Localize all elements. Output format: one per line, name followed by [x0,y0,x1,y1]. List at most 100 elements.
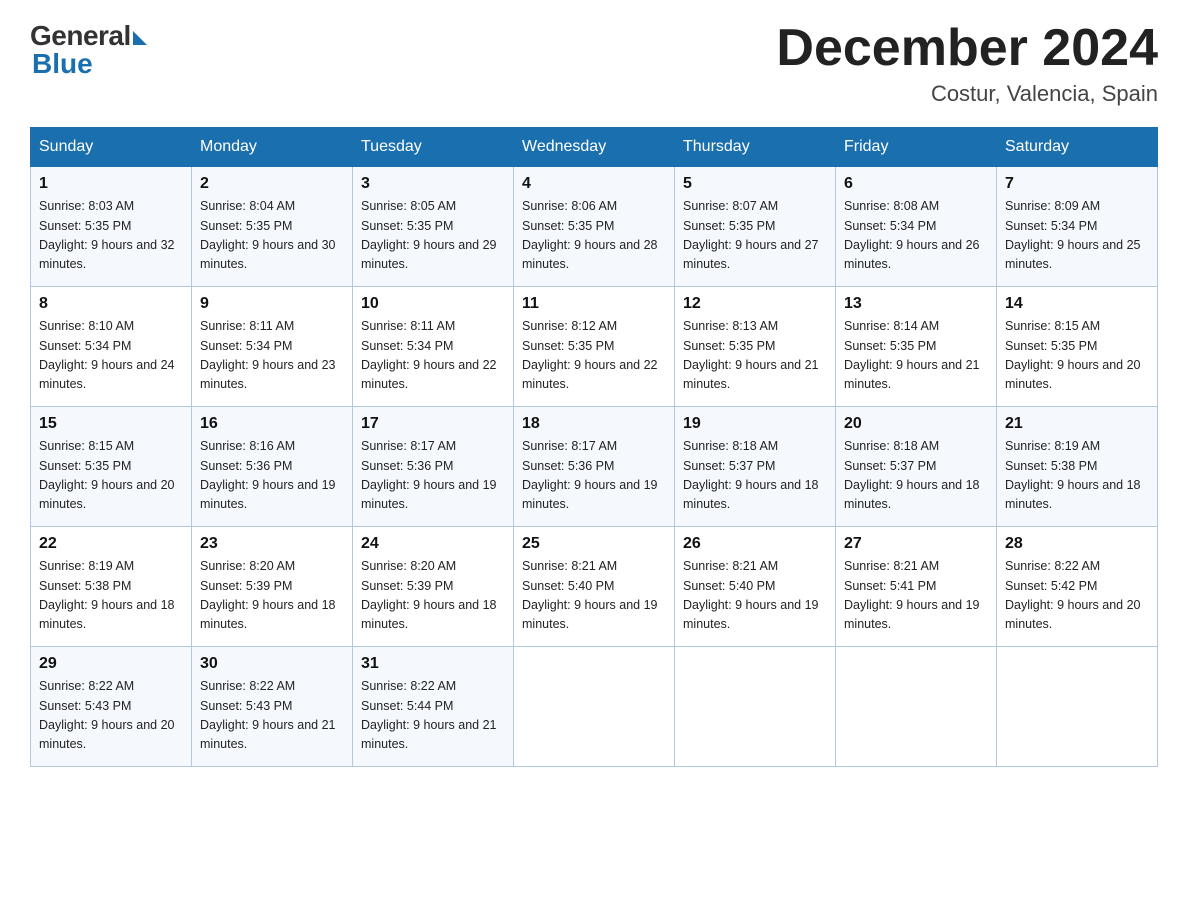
calendar-cell [675,647,836,767]
header-wednesday: Wednesday [514,128,675,167]
location-subtitle: Costur, Valencia, Spain [776,81,1158,107]
day-info: Sunrise: 8:12 AMSunset: 5:35 PMDaylight:… [522,319,658,391]
day-info: Sunrise: 8:20 AMSunset: 5:39 PMDaylight:… [361,559,497,631]
calendar-cell: 17 Sunrise: 8:17 AMSunset: 5:36 PMDayligh… [353,407,514,527]
calendar-cell: 30 Sunrise: 8:22 AMSunset: 5:43 PMDayligh… [192,647,353,767]
day-info: Sunrise: 8:15 AMSunset: 5:35 PMDaylight:… [1005,319,1141,391]
day-number: 22 [39,535,183,553]
day-number: 11 [522,295,666,313]
page-header: General Blue December 2024 Costur, Valen… [30,20,1158,107]
header-friday: Friday [836,128,997,167]
day-number: 23 [200,535,344,553]
day-info: Sunrise: 8:22 AMSunset: 5:44 PMDaylight:… [361,679,497,751]
day-info: Sunrise: 8:22 AMSunset: 5:42 PMDaylight:… [1005,559,1141,631]
logo: General Blue [30,20,147,80]
day-number: 10 [361,295,505,313]
day-info: Sunrise: 8:04 AMSunset: 5:35 PMDaylight:… [200,199,336,271]
calendar-cell: 28Sunrise: 8:22 AMSunset: 5:42 PMDayligh… [997,527,1158,647]
calendar-cell: 1 Sunrise: 8:03 AMSunset: 5:35 PMDaylight… [31,167,192,287]
calendar-cell: 15Sunrise: 8:15 AMSunset: 5:35 PMDayligh… [31,407,192,527]
day-info: Sunrise: 8:10 AMSunset: 5:34 PMDaylight:… [39,319,175,391]
day-info: Sunrise: 8:14 AMSunset: 5:35 PMDaylight:… [844,319,980,391]
calendar-cell: 31Sunrise: 8:22 AMSunset: 5:44 PMDayligh… [353,647,514,767]
day-info: Sunrise: 8:17 AMSunset: 5:36 PMDaylight:… [361,439,497,511]
day-number: 3 [361,175,505,193]
day-number: 27 [844,535,988,553]
calendar-cell [514,647,675,767]
day-info: Sunrise: 8:18 AMSunset: 5:37 PMDaylight:… [683,439,819,511]
calendar-cell: 21 Sunrise: 8:19 AMSunset: 5:38 PMDayligh… [997,407,1158,527]
day-info: Sunrise: 8:03 AMSunset: 5:35 PMDaylight:… [39,199,175,271]
day-number: 16 [200,415,344,433]
day-number: 1 [39,175,183,193]
calendar-header-row: SundayMondayTuesdayWednesdayThursdayFrid… [31,128,1158,167]
day-number: 6 [844,175,988,193]
calendar-cell: 22 Sunrise: 8:19 AMSunset: 5:38 PMDayligh… [31,527,192,647]
day-number: 9 [200,295,344,313]
calendar-cell: 16 Sunrise: 8:16 AMSunset: 5:36 PMDayligh… [192,407,353,527]
day-number: 7 [1005,175,1149,193]
calendar-cell: 7 Sunrise: 8:09 AMSunset: 5:34 PMDaylight… [997,167,1158,287]
day-info: Sunrise: 8:21 AMSunset: 5:41 PMDaylight:… [844,559,980,631]
calendar-week-row: 8 Sunrise: 8:10 AMSunset: 5:34 PMDaylight… [31,287,1158,407]
day-number: 12 [683,295,827,313]
day-number: 17 [361,415,505,433]
day-number: 21 [1005,415,1149,433]
calendar-week-row: 29 Sunrise: 8:22 AMSunset: 5:43 PMDayligh… [31,647,1158,767]
day-info: Sunrise: 8:18 AMSunset: 5:37 PMDaylight:… [844,439,980,511]
day-info: Sunrise: 8:09 AMSunset: 5:34 PMDaylight:… [1005,199,1141,271]
day-info: Sunrise: 8:11 AMSunset: 5:34 PMDaylight:… [361,319,497,391]
calendar-cell: 20 Sunrise: 8:18 AMSunset: 5:37 PMDayligh… [836,407,997,527]
calendar-week-row: 1 Sunrise: 8:03 AMSunset: 5:35 PMDaylight… [31,167,1158,287]
calendar-cell: 10 Sunrise: 8:11 AMSunset: 5:34 PMDayligh… [353,287,514,407]
calendar-cell: 19 Sunrise: 8:18 AMSunset: 5:37 PMDayligh… [675,407,836,527]
day-info: Sunrise: 8:15 AMSunset: 5:35 PMDaylight:… [39,439,175,511]
logo-blue-text: Blue [30,48,93,80]
day-info: Sunrise: 8:19 AMSunset: 5:38 PMDaylight:… [1005,439,1141,511]
calendar-cell: 11 Sunrise: 8:12 AMSunset: 5:35 PMDayligh… [514,287,675,407]
calendar-cell: 12Sunrise: 8:13 AMSunset: 5:35 PMDayligh… [675,287,836,407]
calendar-cell: 5 Sunrise: 8:07 AMSunset: 5:35 PMDaylight… [675,167,836,287]
calendar-cell: 8 Sunrise: 8:10 AMSunset: 5:34 PMDaylight… [31,287,192,407]
calendar-cell: 24 Sunrise: 8:20 AMSunset: 5:39 PMDayligh… [353,527,514,647]
day-number: 18 [522,415,666,433]
calendar-cell: 9 Sunrise: 8:11 AMSunset: 5:34 PMDaylight… [192,287,353,407]
month-title: December 2024 [776,20,1158,77]
day-number: 5 [683,175,827,193]
calendar-cell: 6Sunrise: 8:08 AMSunset: 5:34 PMDaylight… [836,167,997,287]
day-number: 24 [361,535,505,553]
day-number: 30 [200,655,344,673]
header-tuesday: Tuesday [353,128,514,167]
calendar-cell [836,647,997,767]
day-number: 8 [39,295,183,313]
day-info: Sunrise: 8:19 AMSunset: 5:38 PMDaylight:… [39,559,175,631]
calendar-week-row: 22 Sunrise: 8:19 AMSunset: 5:38 PMDayligh… [31,527,1158,647]
day-number: 20 [844,415,988,433]
calendar-table: SundayMondayTuesdayWednesdayThursdayFrid… [30,127,1158,767]
calendar-cell: 3 Sunrise: 8:05 AMSunset: 5:35 PMDaylight… [353,167,514,287]
day-info: Sunrise: 8:22 AMSunset: 5:43 PMDaylight:… [39,679,175,751]
day-info: Sunrise: 8:16 AMSunset: 5:36 PMDaylight:… [200,439,336,511]
day-info: Sunrise: 8:07 AMSunset: 5:35 PMDaylight:… [683,199,819,271]
day-info: Sunrise: 8:05 AMSunset: 5:35 PMDaylight:… [361,199,497,271]
day-number: 2 [200,175,344,193]
calendar-cell: 2 Sunrise: 8:04 AMSunset: 5:35 PMDaylight… [192,167,353,287]
header-monday: Monday [192,128,353,167]
day-info: Sunrise: 8:11 AMSunset: 5:34 PMDaylight:… [200,319,336,391]
day-number: 19 [683,415,827,433]
day-number: 29 [39,655,183,673]
header-sunday: Sunday [31,128,192,167]
day-info: Sunrise: 8:22 AMSunset: 5:43 PMDaylight:… [200,679,336,751]
header-saturday: Saturday [997,128,1158,167]
calendar-cell: 4Sunrise: 8:06 AMSunset: 5:35 PMDaylight… [514,167,675,287]
calendar-week-row: 15Sunrise: 8:15 AMSunset: 5:35 PMDayligh… [31,407,1158,527]
day-info: Sunrise: 8:20 AMSunset: 5:39 PMDaylight:… [200,559,336,631]
day-info: Sunrise: 8:06 AMSunset: 5:35 PMDaylight:… [522,199,658,271]
day-info: Sunrise: 8:21 AMSunset: 5:40 PMDaylight:… [683,559,819,631]
day-number: 14 [1005,295,1149,313]
day-number: 25 [522,535,666,553]
day-info: Sunrise: 8:17 AMSunset: 5:36 PMDaylight:… [522,439,658,511]
calendar-cell [997,647,1158,767]
calendar-cell: 13Sunrise: 8:14 AMSunset: 5:35 PMDayligh… [836,287,997,407]
calendar-cell: 25Sunrise: 8:21 AMSunset: 5:40 PMDayligh… [514,527,675,647]
